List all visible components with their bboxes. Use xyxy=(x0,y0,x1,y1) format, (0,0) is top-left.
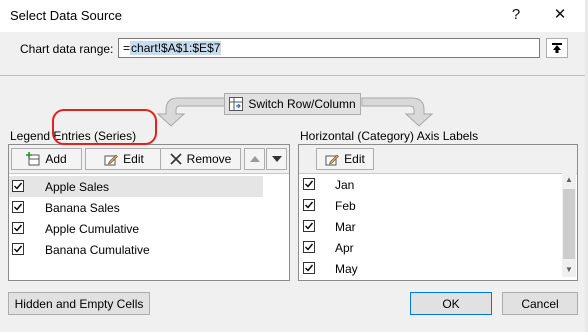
move-up-icon xyxy=(249,156,260,162)
list-item-label: Jan xyxy=(335,178,355,192)
edit-series-button[interactable]: Edit xyxy=(85,148,163,170)
checkbox-icon[interactable] xyxy=(303,262,315,274)
switch-icon xyxy=(229,97,244,111)
list-item[interactable]: Apple Sales xyxy=(9,176,263,197)
hidden-empty-cells-label: Hidden and Empty Cells xyxy=(14,296,144,311)
checkbox-icon[interactable] xyxy=(12,243,24,255)
list-item[interactable]: May xyxy=(299,258,561,279)
toolbar-separator xyxy=(9,173,289,174)
scroll-down-icon[interactable]: ▼ xyxy=(562,263,576,277)
list-item[interactable]: Banana Sales xyxy=(9,197,263,218)
collapse-icon xyxy=(552,43,562,53)
checkbox-icon[interactable] xyxy=(12,222,24,234)
list-item[interactable]: Apr xyxy=(299,237,561,258)
list-item-label: Apple Cumulative xyxy=(45,222,140,236)
range-prefix: = xyxy=(123,41,131,55)
title-bar: Select Data Source ? ✕ xyxy=(0,0,585,32)
legend-entries-panel: Add Edit Remove Apple Sales Banana Sales… xyxy=(8,144,290,281)
divider xyxy=(0,75,585,76)
add-label: Add xyxy=(45,152,67,166)
checkbox-icon[interactable] xyxy=(303,199,315,211)
ok-button[interactable]: OK xyxy=(410,292,492,315)
edit-axis-labels-button[interactable]: Edit xyxy=(316,148,374,170)
edit-icon xyxy=(325,154,340,166)
edit-label: Edit xyxy=(123,152,144,166)
list-item[interactable]: Banana Cumulative xyxy=(9,239,263,260)
switch-label: Switch Row/Column xyxy=(248,97,356,111)
checkbox-icon[interactable] xyxy=(303,241,315,253)
cancel-button[interactable]: Cancel xyxy=(502,292,578,315)
cancel-label: Cancel xyxy=(521,296,559,311)
hidden-empty-cells-button[interactable]: Hidden and Empty Cells xyxy=(8,292,150,315)
switch-row-column-button[interactable]: Switch Row/Column xyxy=(224,93,361,115)
move-down-button[interactable] xyxy=(266,148,287,170)
axis-labels-panel: Edit Jan Feb Mar Apr May xyxy=(298,144,578,281)
legend-toolbar: Add Edit Remove xyxy=(9,145,289,173)
scroll-up-icon[interactable]: ▲ xyxy=(562,173,576,187)
list-item[interactable]: Apple Cumulative xyxy=(9,218,263,239)
select-data-source-dialog: Select Data Source ? ✕ Chart data range:… xyxy=(0,0,586,332)
help-icon[interactable]: ? xyxy=(504,4,528,26)
range-value: chart!$A$1:$E$7 xyxy=(130,41,222,55)
checkbox-icon[interactable] xyxy=(303,178,315,190)
list-item-label: May xyxy=(335,262,358,276)
list-item[interactable]: Jan xyxy=(299,174,561,195)
left-arrow-icon xyxy=(156,97,229,127)
axis-labels-title: Horizontal (Category) Axis Labels xyxy=(300,129,479,143)
axis-edit-label: Edit xyxy=(344,152,365,166)
collapse-dialog-button[interactable] xyxy=(546,38,568,58)
checkbox-icon[interactable] xyxy=(12,180,24,192)
list-item-label: Banana Sales xyxy=(45,201,120,215)
remove-label: Remove xyxy=(186,152,232,166)
remove-series-button[interactable]: Remove xyxy=(160,148,241,170)
checkbox-icon[interactable] xyxy=(12,201,24,213)
axis-toolbar: Edit xyxy=(299,145,577,173)
checkbox-icon[interactable] xyxy=(303,220,315,232)
axis-list: Jan Feb Mar Apr May xyxy=(299,174,561,279)
move-up-button[interactable] xyxy=(244,148,265,170)
list-item-label: Banana Cumulative xyxy=(45,243,150,257)
list-item-label: Apple Sales xyxy=(45,180,110,194)
close-icon[interactable]: ✕ xyxy=(548,4,572,26)
right-arrow-icon xyxy=(361,97,434,127)
legend-list: Apple Sales Banana Sales Apple Cumulative B… xyxy=(9,176,263,280)
list-item-label: Mar xyxy=(335,220,356,234)
move-down-icon xyxy=(271,156,282,162)
range-label: Chart data range: xyxy=(20,42,114,56)
ok-label: OK xyxy=(442,296,460,311)
add-icon xyxy=(26,152,40,166)
scrollbar-thumb[interactable] xyxy=(563,189,575,259)
edit-icon xyxy=(104,154,119,166)
window-title: Select Data Source xyxy=(10,8,123,23)
chart-data-range-input[interactable]: =chart!$A$1:$E$7 xyxy=(118,38,540,58)
list-item[interactable]: Feb xyxy=(299,195,561,216)
list-item-label: Apr xyxy=(335,241,354,255)
axis-list-scrollbar[interactable]: ▲ ▼ xyxy=(562,173,576,277)
annotation-highlight xyxy=(52,109,157,145)
remove-icon xyxy=(170,153,182,165)
add-series-button[interactable]: Add xyxy=(11,148,82,170)
list-item-label: Feb xyxy=(335,199,356,213)
list-item[interactable]: Mar xyxy=(299,216,561,237)
